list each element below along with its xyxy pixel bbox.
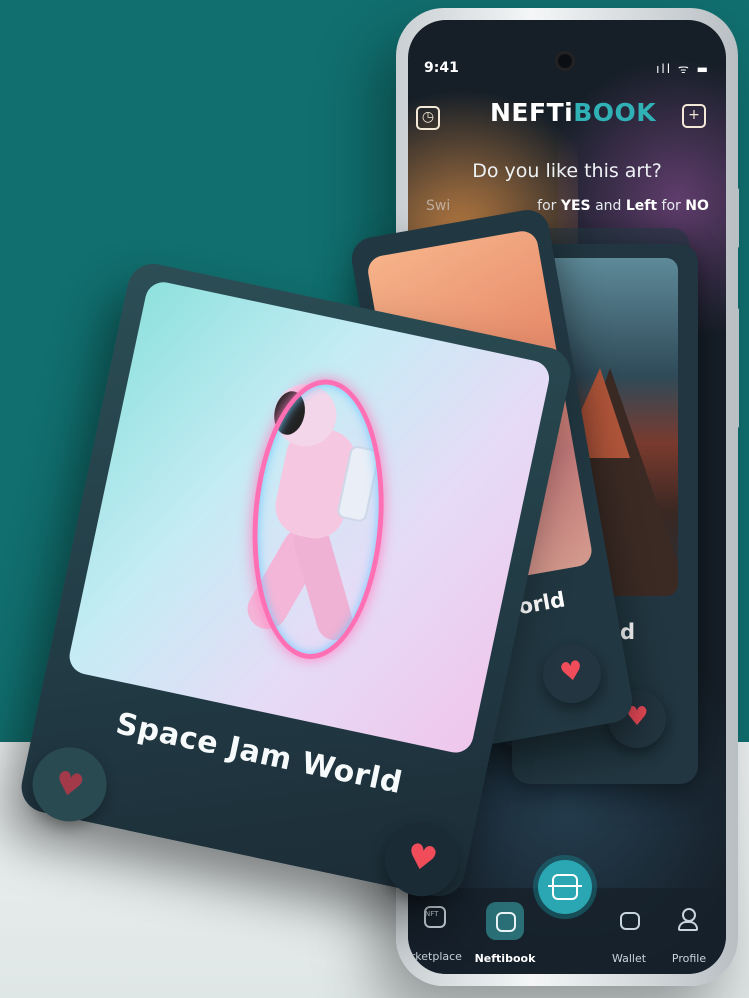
prompt-question: Do you like this art?	[472, 160, 662, 182]
plus-square-icon[interactable]: +	[682, 104, 706, 128]
heart-icon: ♥	[557, 655, 586, 689]
book-icon[interactable]	[496, 912, 516, 932]
instr-no: NO	[685, 198, 709, 214]
instr-yes: YES	[560, 198, 591, 214]
clock-icon[interactable]: ◷	[416, 106, 440, 130]
user-icon-body	[678, 921, 698, 931]
camera-icon	[558, 54, 572, 68]
instr-for: for	[657, 198, 686, 214]
nav-item-neftibook[interactable]: Neftibook	[474, 952, 536, 965]
brand-part1: NEFTi	[490, 98, 574, 127]
app-brand: NEFTiBOOK	[490, 98, 656, 127]
status-icons: ıll ᯤ ▬	[656, 62, 710, 76]
nav-item-marketplace[interactable]: arketplace	[408, 950, 466, 963]
instr-and: and	[590, 198, 626, 214]
prompt-instruction: Swi for YES and Left for NO	[426, 198, 709, 214]
scan-icon	[552, 874, 578, 900]
heart-icon: ♥	[402, 835, 441, 881]
brand-part2: BOOK	[573, 98, 657, 127]
nav-item-profile[interactable]: Profile	[664, 952, 714, 965]
instr-mid: for	[537, 198, 561, 214]
nav-item-wallet[interactable]: Wallet	[604, 952, 654, 965]
volume-button	[734, 188, 739, 248]
astronaut-image	[66, 278, 553, 756]
wallet-icon[interactable]	[620, 912, 640, 930]
nft-badge: NFT	[425, 910, 439, 918]
power-button	[734, 308, 739, 428]
user-icon[interactable]	[682, 908, 696, 922]
broken-heart-icon: ♥	[51, 762, 88, 806]
scan-button[interactable]	[538, 860, 592, 914]
middle-like-button[interactable]: ♥	[538, 640, 606, 708]
instr-prefix: Swi	[426, 198, 451, 214]
instr-left: Left	[625, 198, 658, 214]
status-time: 9:41	[424, 60, 459, 76]
